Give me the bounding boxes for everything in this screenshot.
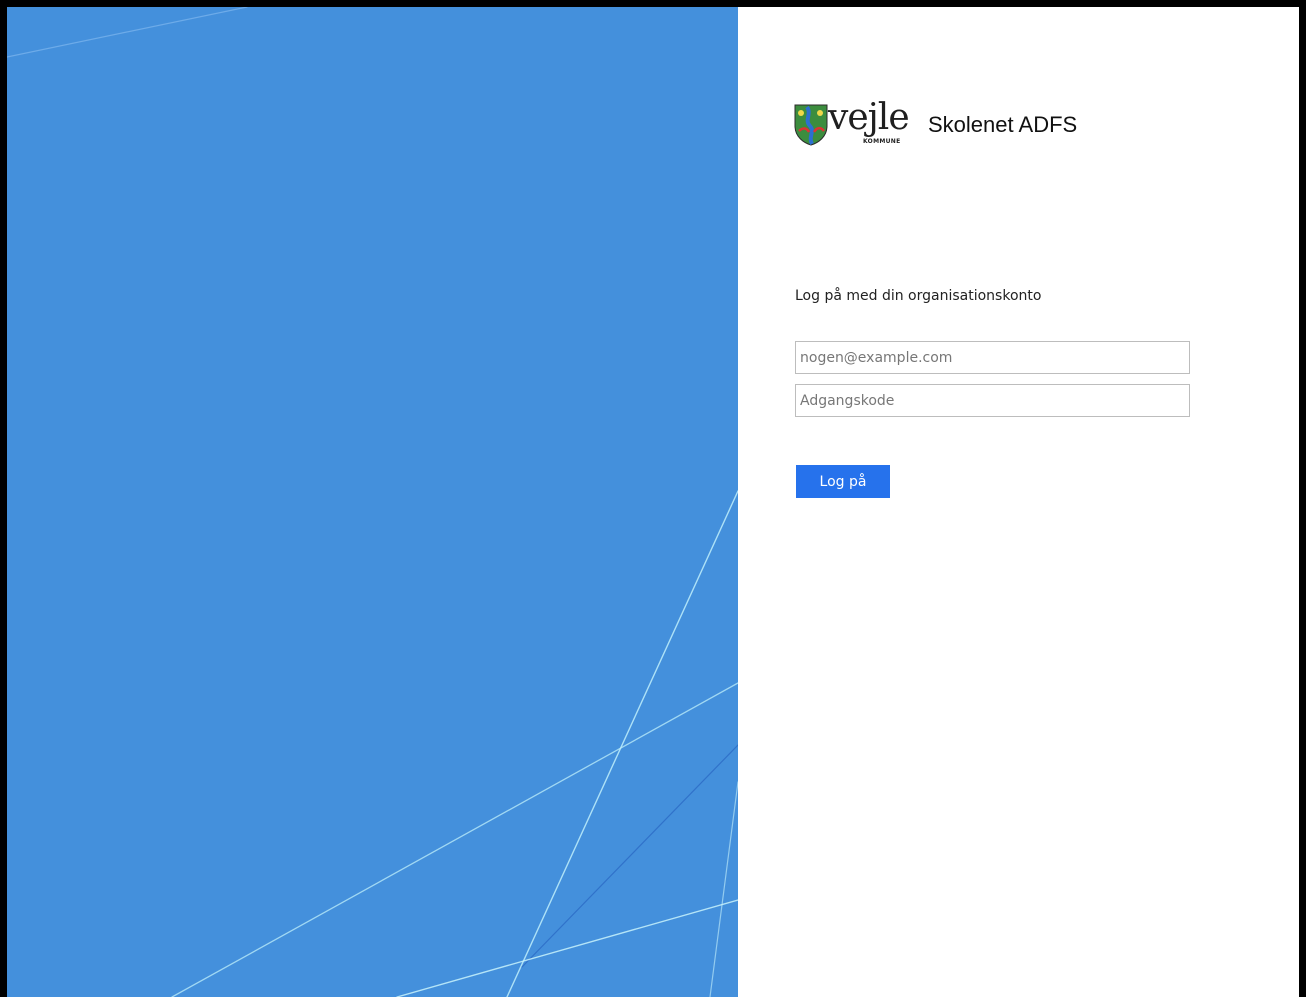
- illustration-panel: [7, 7, 738, 997]
- brand-header: vejle KOMMUNE Skolenet ADFS: [794, 97, 1078, 150]
- login-window: vejle KOMMUNE Skolenet ADFS Log på med d…: [0, 0, 1306, 997]
- login-panel: vejle KOMMUNE Skolenet ADFS Log på med d…: [738, 7, 1299, 997]
- logo-wordmark: vejle: [828, 97, 910, 138]
- decorative-lines-graphic: [7, 7, 738, 997]
- login-prompt: Log på med din organisationskonto: [795, 288, 1042, 304]
- logo-subtitle: KOMMUNE: [863, 138, 901, 145]
- app-title: Skolenet ADFS: [928, 112, 1078, 137]
- organization-logo: vejle KOMMUNE: [794, 97, 910, 148]
- password-field[interactable]: [795, 384, 1190, 417]
- email-field[interactable]: [795, 341, 1190, 374]
- sign-in-button[interactable]: Log på: [796, 465, 890, 498]
- vejle-coat-of-arms-icon: [794, 104, 828, 146]
